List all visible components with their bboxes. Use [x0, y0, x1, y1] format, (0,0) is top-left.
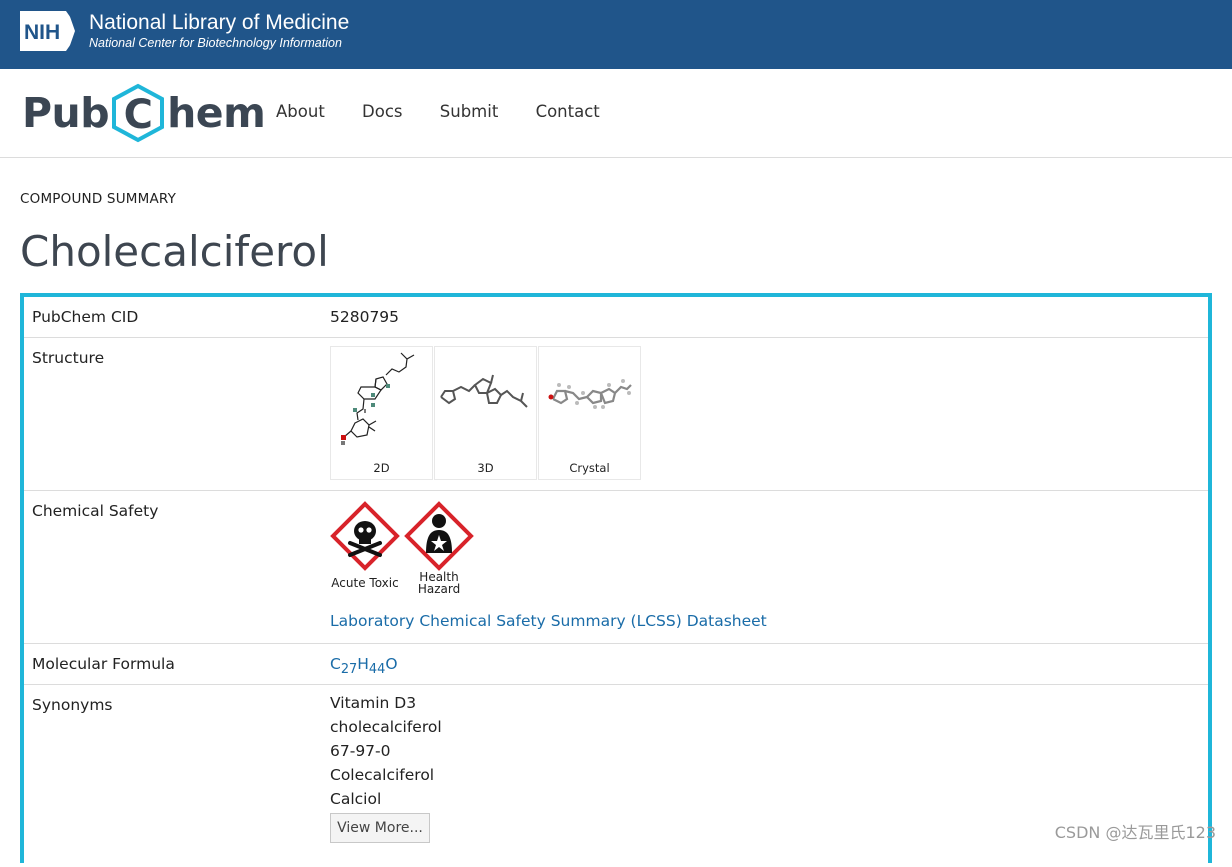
nav-about[interactable]: About	[276, 102, 325, 121]
ncbi-subtitle: National Center for Biotechnology Inform…	[89, 36, 342, 50]
row-molecular-formula: Molecular Formula C27H44O	[24, 644, 1208, 685]
synonym-item: cholecalciferol	[330, 718, 442, 736]
molecular-formula-label: Molecular Formula	[32, 655, 175, 673]
structure-2d-image	[341, 352, 415, 445]
chemical-safety-label: Chemical Safety	[32, 502, 159, 520]
row-synonyms: Synonyms Vitamin D3 cholecalciferol 67-9…	[24, 685, 1208, 867]
summary-table: PubChem CID 5280795 Structure 2D 3D Crys…	[20, 293, 1212, 863]
structure-3d[interactable]: 3D	[434, 346, 537, 480]
formula-h-sub: 44	[368, 662, 386, 678]
formula-o: O	[385, 655, 398, 673]
synonym-item: Calciol	[330, 790, 382, 808]
structure-label: Structure	[32, 349, 105, 367]
acute-toxic-caption: Acute Toxic	[331, 576, 399, 590]
synonym-item: 67-97-0	[330, 742, 391, 760]
main-nav: About Docs Submit Contact	[276, 102, 632, 121]
pubchem-logo[interactable]: Pub Chem	[22, 83, 266, 143]
molecular-formula-link[interactable]: C27H44O	[330, 655, 398, 677]
lcss-datasheet-link[interactable]: Laboratory Chemical Safety Summary (LCSS…	[330, 612, 767, 630]
acute-toxic-pictogram[interactable]: Acute Toxic	[330, 501, 400, 589]
logo-text-left: Pub	[22, 89, 110, 137]
synonyms-label: Synonyms	[32, 696, 113, 714]
formula-h: H	[357, 655, 369, 673]
svg-text:NIH: NIH	[24, 21, 60, 44]
nav-submit[interactable]: Submit	[440, 102, 499, 121]
structure-crystal-image	[548, 379, 632, 409]
cid-label: PubChem CID	[32, 308, 139, 326]
formula-c-sub: 27	[340, 662, 358, 678]
row-cid: PubChem CID 5280795	[24, 297, 1208, 338]
view-more-button[interactable]: View More...	[330, 813, 430, 843]
pubchem-header: Pub Chem About Docs Submit Contact	[0, 69, 1232, 158]
nih-banner: NIH National Library of Medicine Nationa…	[0, 0, 1232, 69]
synonyms-list: Vitamin D3 cholecalciferol 67-97-0 Colec…	[330, 691, 442, 811]
health-hazard-caption: Health Hazard	[417, 570, 461, 596]
structure-2d-caption: 2D	[373, 461, 390, 475]
structure-crystal-caption: Crystal	[569, 461, 610, 475]
cid-value: 5280795	[330, 308, 400, 326]
synonym-item: Vitamin D3	[330, 694, 417, 712]
molecular-formula-value: C27H44O	[330, 655, 398, 677]
lcss-container: Laboratory Chemical Safety Summary (LCSS…	[330, 612, 767, 630]
hexagon-icon: C	[109, 83, 167, 143]
skull-crossbones-icon	[330, 501, 400, 571]
nih-logo-icon[interactable]: NIH	[20, 11, 80, 51]
health-hazard-pictogram[interactable]: Health Hazard	[404, 501, 474, 595]
nav-docs[interactable]: Docs	[362, 102, 402, 121]
svg-text:C: C	[124, 92, 153, 138]
page-title: Cholecalciferol	[20, 227, 329, 276]
row-chemical-safety: Chemical Safety Acute Toxic Health Hazar…	[24, 491, 1208, 644]
row-structure: Structure 2D 3D Crystal	[24, 338, 1208, 491]
structure-3d-caption: 3D	[477, 461, 494, 475]
watermark: CSDN @达瓦里氏123	[1054, 823, 1216, 842]
structure-2d[interactable]: 2D	[330, 346, 433, 480]
structure-crystal[interactable]: Crystal	[538, 346, 641, 480]
compound-summary-label: COMPOUND SUMMARY	[20, 191, 177, 207]
nav-contact[interactable]: Contact	[536, 102, 600, 121]
health-hazard-icon	[404, 501, 474, 571]
synonym-item: Colecalciferol	[330, 766, 435, 784]
structure-3d-image	[440, 374, 528, 408]
nlm-title[interactable]: National Library of Medicine	[89, 11, 349, 35]
formula-c: C	[330, 655, 341, 673]
logo-text-right: hem	[167, 89, 266, 137]
